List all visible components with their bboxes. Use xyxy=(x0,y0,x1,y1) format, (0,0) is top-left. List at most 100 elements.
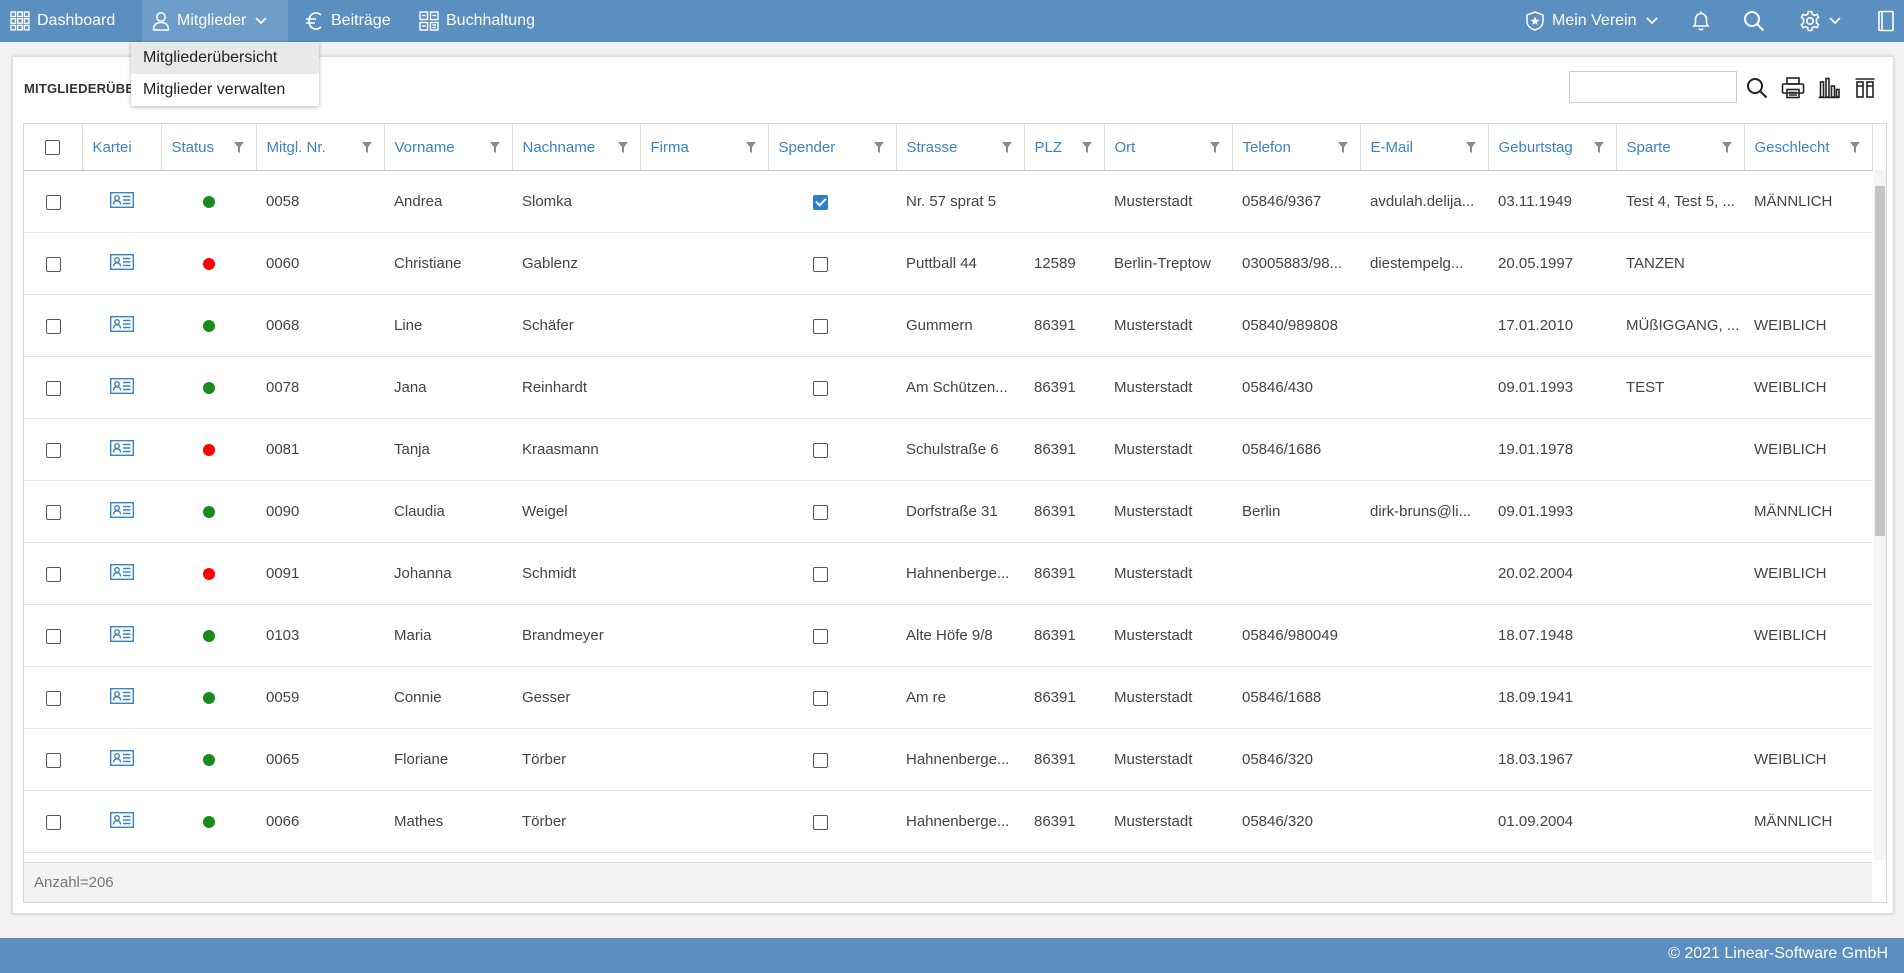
row-select-cell[interactable] xyxy=(24,294,82,357)
filter-icon[interactable] xyxy=(1081,142,1092,153)
filter-icon[interactable] xyxy=(489,142,500,153)
filter-icon[interactable] xyxy=(617,142,628,153)
column-header-kartei[interactable]: Kartei xyxy=(82,124,162,171)
spender-cell[interactable] xyxy=(768,232,896,295)
spender-cell[interactable] xyxy=(768,604,896,667)
filter-icon[interactable] xyxy=(1001,142,1012,153)
row-select-cell[interactable] xyxy=(24,542,82,605)
member-card-icon[interactable] xyxy=(109,501,134,522)
spender-cell[interactable] xyxy=(768,480,896,543)
row-select-cell[interactable] xyxy=(24,728,82,791)
member-card-icon[interactable] xyxy=(109,563,134,584)
filter-icon[interactable] xyxy=(1337,142,1348,153)
member-card-icon[interactable] xyxy=(109,439,134,460)
row-select-checkbox[interactable] xyxy=(45,194,61,210)
settings-menu-button[interactable] xyxy=(1799,0,1841,42)
row-select-checkbox[interactable] xyxy=(45,566,61,582)
search-input[interactable] xyxy=(1569,71,1737,103)
search-button[interactable] xyxy=(1744,75,1770,101)
member-card-icon[interactable] xyxy=(109,687,134,708)
print-button[interactable] xyxy=(1780,75,1806,101)
member-card-icon[interactable] xyxy=(109,253,134,274)
spender-checkbox[interactable] xyxy=(813,504,828,520)
filter-icon[interactable] xyxy=(1849,142,1860,153)
nav-dashboard[interactable]: Dashboard xyxy=(10,0,115,42)
spender-checkbox[interactable] xyxy=(813,380,828,396)
filter-icon[interactable] xyxy=(233,142,244,153)
kartei-cell[interactable] xyxy=(82,542,161,605)
table-row[interactable]: 0065 Floriane Törber Hahnenberge... 86391 Mus… xyxy=(24,728,1872,791)
row-select-checkbox[interactable] xyxy=(45,442,61,458)
select-all-checkbox[interactable] xyxy=(45,140,61,156)
spender-checkbox[interactable] xyxy=(813,628,828,644)
table-row[interactable]: 0081 Tanja Kraasmann Schulstraße 6 86391 Must… xyxy=(24,418,1872,481)
column-header-ort[interactable]: Ort xyxy=(1104,124,1233,171)
column-header-spender[interactable]: Spender xyxy=(768,124,897,171)
table-row[interactable]: 0078 Jana Reinhardt Am Schützen... 86391 Must… xyxy=(24,356,1872,419)
table-row[interactable]: 0058 Andrea Slomka Nr. 57 sprat 5 Musterstad… xyxy=(24,170,1872,233)
table-row[interactable]: 0091 Johanna Schmidt Hahnenberge... 86391 Mus… xyxy=(24,542,1872,605)
row-select-checkbox[interactable] xyxy=(45,318,61,334)
row-select-checkbox[interactable] xyxy=(45,814,61,830)
table-row[interactable]: 0090 Claudia Weigel Dorfstraße 31 86391 Muste… xyxy=(24,480,1872,543)
spender-cell[interactable] xyxy=(768,294,896,357)
kartei-cell[interactable] xyxy=(82,728,161,791)
spender-checkbox[interactable] xyxy=(813,814,828,830)
spender-cell[interactable] xyxy=(768,356,896,419)
filter-icon[interactable] xyxy=(1465,142,1476,153)
spender-checkbox[interactable] xyxy=(813,690,828,706)
kartei-cell[interactable] xyxy=(82,418,161,481)
kartei-cell[interactable] xyxy=(82,666,161,729)
global-search-button[interactable] xyxy=(1743,0,1765,42)
grid-vertical-scrollbar[interactable] xyxy=(1874,170,1886,860)
row-select-checkbox[interactable] xyxy=(45,628,61,644)
table-row[interactable]: 0059 Connie Gesser Am re 86391 Musterstadt 058… xyxy=(24,666,1872,729)
column-header-firma[interactable]: Firma xyxy=(640,124,769,171)
menu-item-mitgliederuebersicht[interactable]: Mitgliederübersicht xyxy=(131,42,319,74)
row-select-checkbox[interactable] xyxy=(45,690,61,706)
columns-button[interactable] xyxy=(1852,75,1878,101)
column-header-vorname[interactable]: Vorname xyxy=(384,124,513,171)
spender-cell[interactable] xyxy=(768,790,896,853)
kartei-cell[interactable] xyxy=(82,790,161,853)
table-row[interactable]: 0103 Maria Brandmeyer Alte Höfe 9/8 86391 Mus… xyxy=(24,604,1872,667)
filter-icon[interactable] xyxy=(745,142,756,153)
help-book-button[interactable] xyxy=(1877,0,1895,42)
nav-buchhaltung[interactable]: Buchhaltung xyxy=(419,0,535,42)
nav-mitglieder[interactable]: Mitglieder xyxy=(142,0,288,42)
kartei-cell[interactable] xyxy=(82,356,161,419)
kartei-cell[interactable] xyxy=(82,232,161,295)
member-card-icon[interactable] xyxy=(109,749,134,770)
filter-icon[interactable] xyxy=(361,142,372,153)
filter-icon[interactable] xyxy=(873,142,884,153)
member-card-icon[interactable] xyxy=(109,811,134,832)
kartei-cell[interactable] xyxy=(82,480,161,543)
row-select-checkbox[interactable] xyxy=(45,504,61,520)
column-header-geschlecht[interactable]: Geschlecht xyxy=(1744,124,1873,171)
row-select-cell[interactable] xyxy=(24,480,82,543)
column-header-sparte[interactable]: Sparte xyxy=(1616,124,1745,171)
spender-cell[interactable] xyxy=(768,666,896,729)
spender-cell[interactable] xyxy=(768,418,896,481)
column-header-plz[interactable]: PLZ xyxy=(1024,124,1105,171)
spender-checkbox[interactable] xyxy=(813,442,828,458)
row-select-cell[interactable] xyxy=(24,170,82,233)
member-card-icon[interactable] xyxy=(109,191,134,212)
column-header-telefon[interactable]: Telefon xyxy=(1232,124,1361,171)
column-header-status[interactable]: Status xyxy=(161,124,257,171)
member-card-icon[interactable] xyxy=(109,315,134,336)
menu-item-mitglieder-verwalten[interactable]: Mitglieder verwalten xyxy=(131,74,319,106)
column-header-nachname[interactable]: Nachname xyxy=(512,124,641,171)
spender-checkbox[interactable] xyxy=(813,566,828,582)
member-card-icon[interactable] xyxy=(109,377,134,398)
row-select-checkbox[interactable] xyxy=(45,256,61,272)
spender-checkbox[interactable] xyxy=(813,752,828,768)
row-select-cell[interactable] xyxy=(24,790,82,853)
scrollbar-thumb[interactable] xyxy=(1875,186,1885,536)
kartei-cell[interactable] xyxy=(82,604,161,667)
spender-checkbox[interactable] xyxy=(813,194,828,210)
row-select-cell[interactable] xyxy=(24,604,82,667)
row-select-checkbox[interactable] xyxy=(45,380,61,396)
table-row[interactable]: 0060 Christiane Gablenz Puttball 44 12589 Ber… xyxy=(24,232,1872,295)
row-select-cell[interactable] xyxy=(24,418,82,481)
